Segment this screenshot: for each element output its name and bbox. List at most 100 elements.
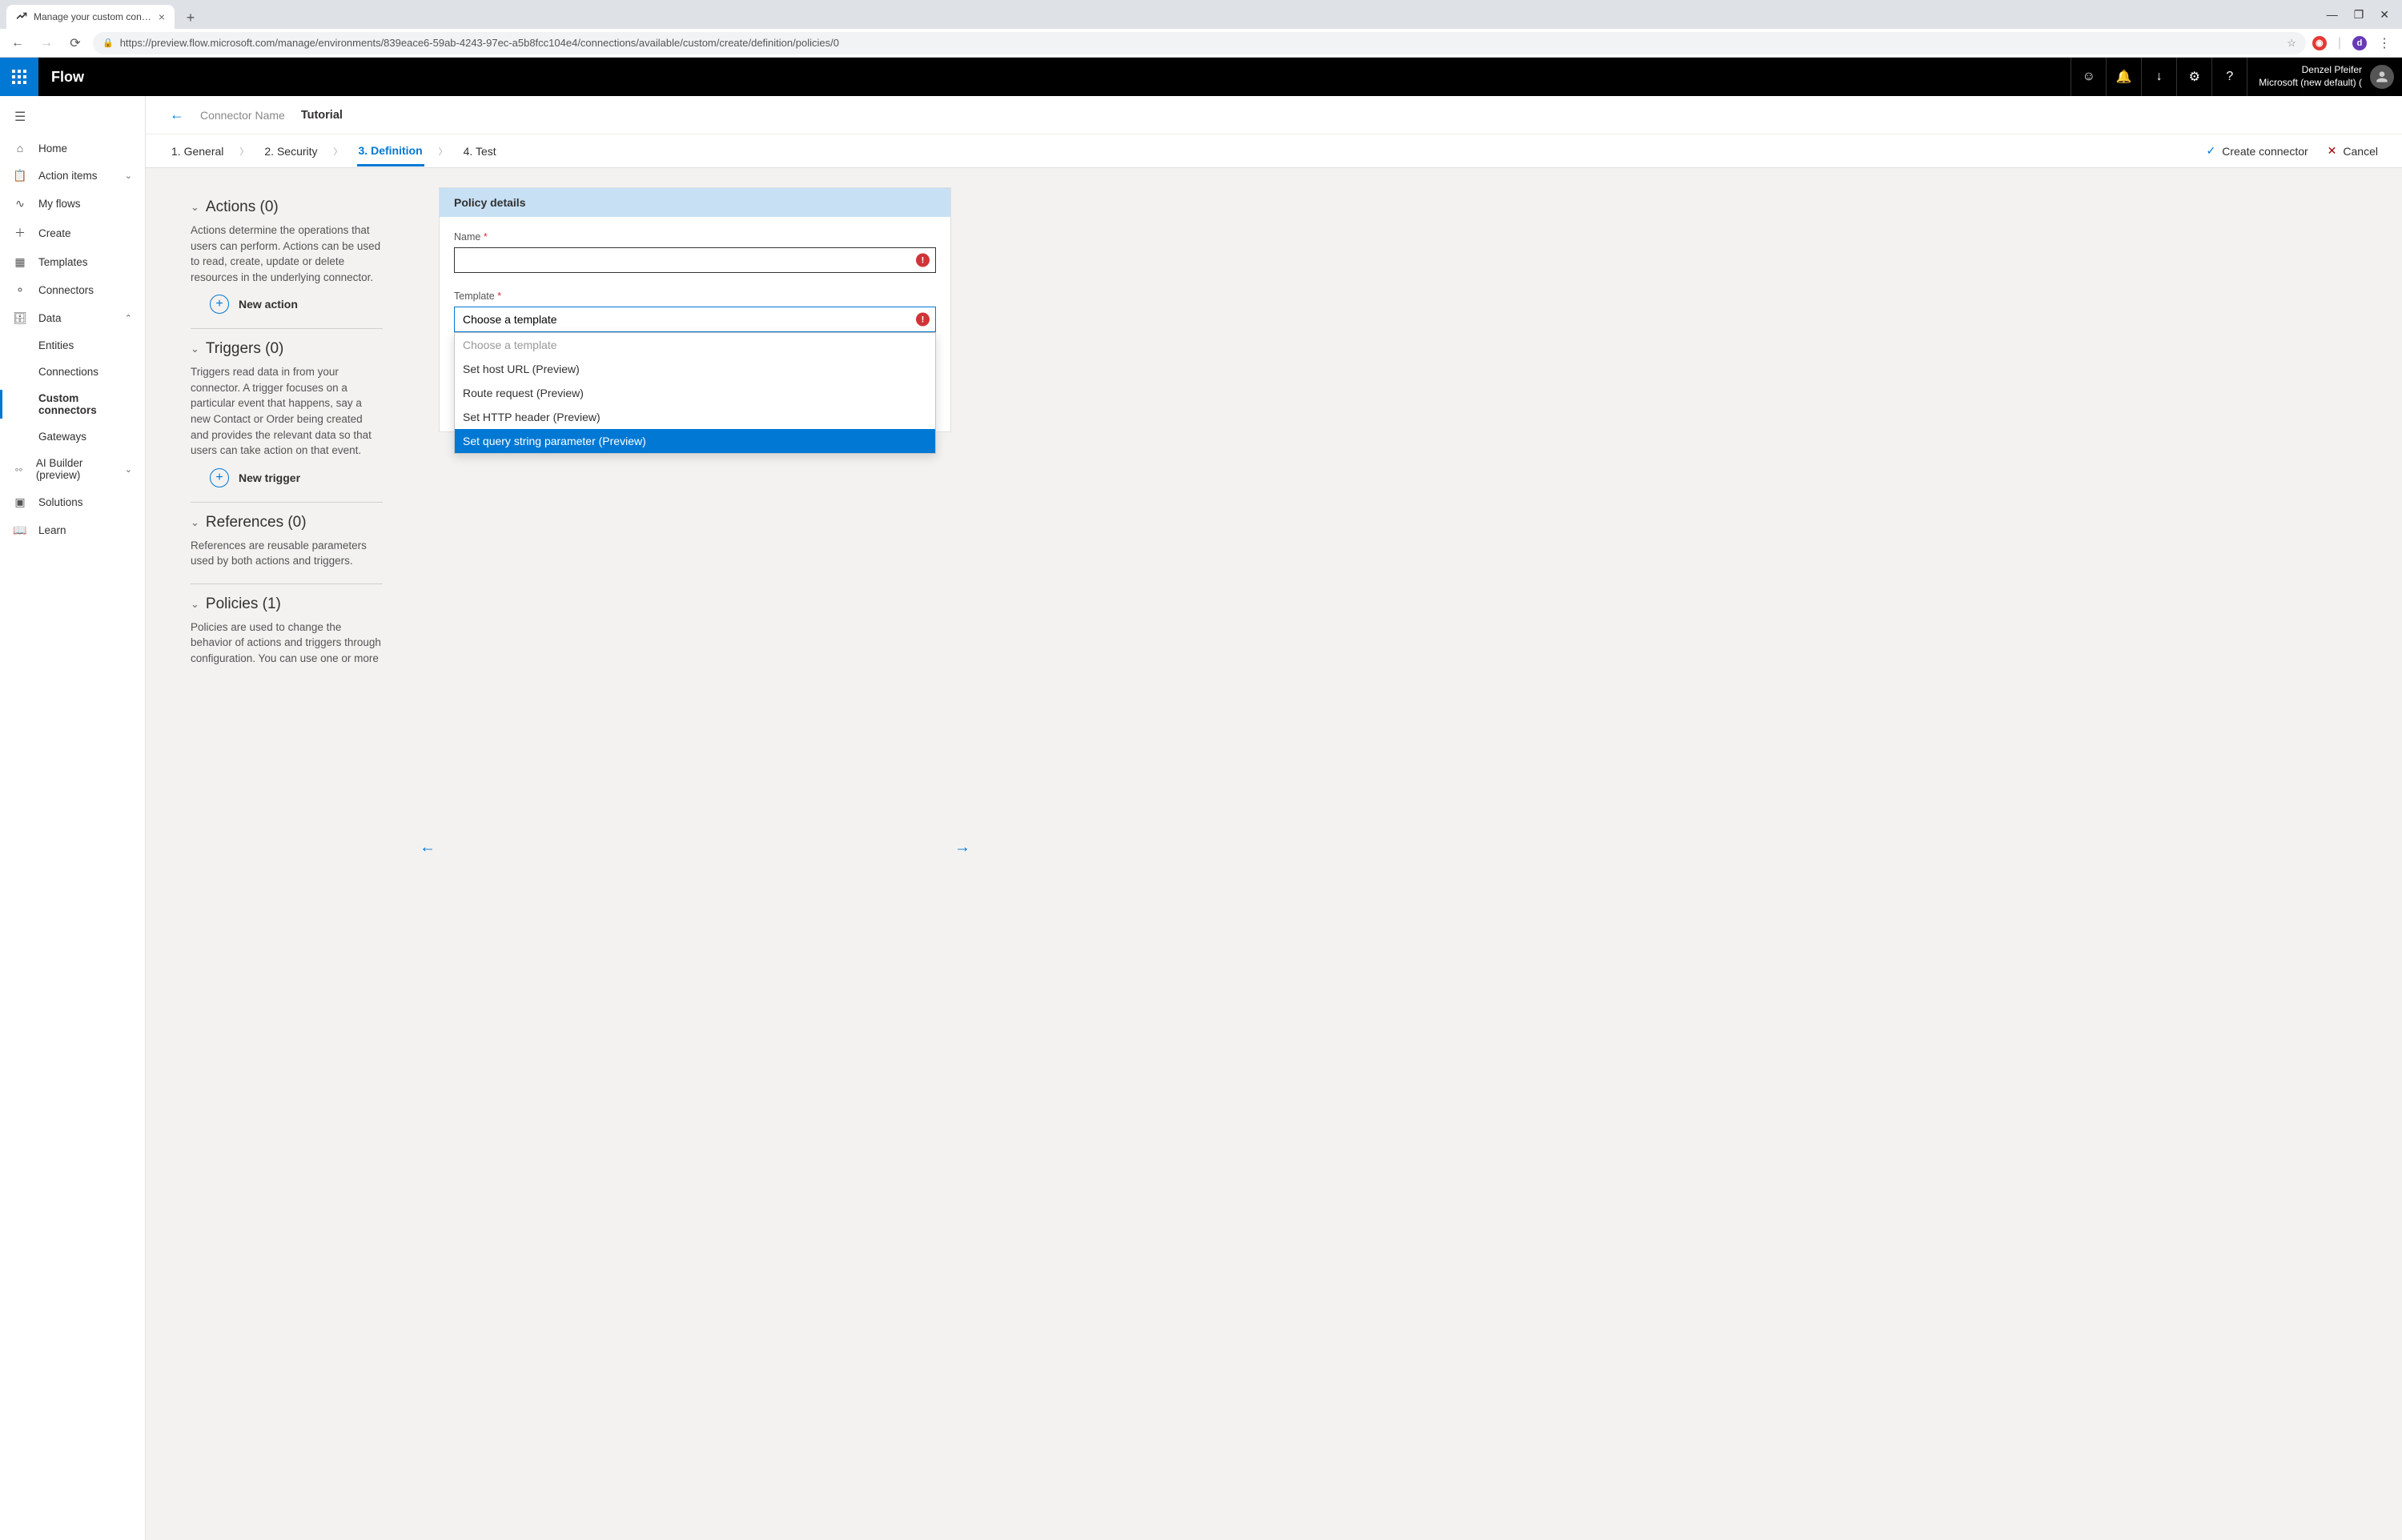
- nav-learn[interactable]: 📖Learn: [0, 516, 145, 544]
- new-trigger-button[interactable]: +New trigger: [210, 468, 383, 487]
- browser-forward-button[interactable]: →: [35, 32, 58, 54]
- panel-next-button[interactable]: →: [954, 839, 970, 857]
- user-menu[interactable]: Denzel Pfeifer Microsoft (new default) (: [2247, 58, 2402, 96]
- divider: |: [2338, 36, 2341, 50]
- star-icon[interactable]: ☆: [2287, 37, 2296, 50]
- template-option-placeholder[interactable]: Choose a template: [455, 333, 935, 357]
- back-button[interactable]: ←: [170, 106, 184, 123]
- template-option-set-host-url[interactable]: Set host URL (Preview): [455, 357, 935, 381]
- app-launcher-button[interactable]: [0, 58, 38, 96]
- chevron-down-icon: ⌄: [191, 201, 199, 214]
- section-actions-desc: Actions determine the operations that us…: [191, 223, 383, 285]
- section-policies-header[interactable]: ⌄Policies (1): [191, 596, 383, 613]
- section-references-header[interactable]: ⌄References (0): [191, 514, 383, 531]
- template-label: Template *: [454, 291, 936, 302]
- notifications-icon[interactable]: 🔔: [2106, 58, 2141, 96]
- new-tab-button[interactable]: +: [179, 6, 202, 29]
- section-references-desc: References are reusable parameters used …: [191, 538, 383, 569]
- panel-prev-button[interactable]: ←: [420, 839, 436, 857]
- section-actions: ⌄Actions (0) Actions determine the opera…: [191, 187, 383, 329]
- nav-action-items[interactable]: 📋Action items⌄: [0, 162, 145, 190]
- nav-gateways[interactable]: Gateways: [0, 423, 145, 450]
- brand-name[interactable]: Flow: [38, 69, 97, 86]
- feedback-icon[interactable]: ☺: [2071, 58, 2106, 96]
- section-policies-desc: Policies are used to change the behavior…: [191, 620, 383, 667]
- section-policies: ⌄Policies (1) Policies are used to chang…: [191, 584, 383, 681]
- chevron-down-icon: ⌄: [191, 343, 199, 355]
- app-header: Flow ☺ 🔔 ↓ ⚙ ? Denzel Pfeifer Microsoft …: [0, 58, 2402, 96]
- section-triggers-desc: Triggers read data in from your connecto…: [191, 364, 383, 458]
- plus-circle-icon: +: [210, 468, 229, 487]
- tab-title: Manage your custom connectors: [34, 11, 152, 22]
- nav-home[interactable]: ⌂Home: [0, 134, 145, 162]
- wizard-steps: 1. General 〉 2. Security 〉 3. Definition…: [146, 134, 2402, 168]
- window-controls: — ❐ ✕: [2314, 0, 2402, 29]
- cancel-button[interactable]: ✕Cancel: [2328, 144, 2378, 158]
- tenant-name: Microsoft (new default) (: [2259, 77, 2362, 90]
- browser-tab[interactable]: Manage your custom connectors ×: [6, 5, 175, 29]
- browser-addressbar: ← → ⟳ 🔒 https://preview.flow.microsoft.c…: [0, 29, 2402, 58]
- check-icon: ✓: [2207, 144, 2216, 158]
- data-icon: 🗄: [13, 311, 27, 325]
- connector-name: Tutorial: [301, 109, 343, 122]
- person-icon: [2374, 69, 2390, 85]
- chevron-down-icon: ⌄: [125, 170, 132, 181]
- profile-icon[interactable]: d: [2352, 36, 2367, 50]
- template-select[interactable]: Choose a template: [454, 307, 936, 332]
- extension-icon[interactable]: ◉: [2312, 36, 2327, 50]
- section-triggers-header[interactable]: ⌄Triggers (0): [191, 340, 383, 358]
- nav-create[interactable]: ＋Create: [0, 218, 145, 248]
- template-option-set-http-header[interactable]: Set HTTP header (Preview): [455, 405, 935, 429]
- template-icon: ▦: [13, 255, 27, 269]
- clipboard-icon: 📋: [13, 169, 27, 182]
- book-icon: 📖: [13, 523, 27, 537]
- home-icon: ⌂: [13, 142, 27, 154]
- template-option-route-request[interactable]: Route request (Preview): [455, 381, 935, 405]
- chevron-down-icon: ⌄: [125, 464, 132, 475]
- nav-data[interactable]: 🗄Data⌃: [0, 304, 145, 332]
- minimize-icon[interactable]: —: [2327, 8, 2338, 21]
- section-actions-header[interactable]: ⌄Actions (0): [191, 199, 383, 216]
- browser-reload-button[interactable]: ⟳: [64, 32, 86, 54]
- policy-details-panel: Policy details Name * ! Template *: [439, 187, 951, 432]
- close-window-icon[interactable]: ✕: [2380, 8, 2389, 22]
- nav-entities[interactable]: Entities: [0, 332, 145, 359]
- nav-connectors[interactable]: ⚬Connectors: [0, 276, 145, 304]
- connector-label: Connector Name: [200, 109, 285, 122]
- section-references: ⌄References (0) References are reusable …: [191, 503, 383, 584]
- chevron-right-icon: 〉: [239, 145, 248, 158]
- help-icon[interactable]: ?: [2211, 58, 2247, 96]
- page-header: ← Connector Name Tutorial: [146, 96, 2402, 134]
- step-test[interactable]: 4. Test: [462, 138, 498, 165]
- chevron-right-icon: 〉: [334, 145, 343, 158]
- nav-ai-builder[interactable]: ◦◦AI Builder (preview)⌄: [0, 450, 145, 488]
- browser-tabbar: Manage your custom connectors × + — ❐ ✕: [0, 0, 2402, 29]
- new-action-button[interactable]: +New action: [210, 295, 383, 314]
- settings-icon[interactable]: ⚙: [2176, 58, 2211, 96]
- section-triggers: ⌄Triggers (0) Triggers read data in from…: [191, 329, 383, 502]
- nav-custom-connectors[interactable]: Custom connectors: [0, 385, 145, 423]
- nav-connections[interactable]: Connections: [0, 359, 145, 385]
- name-label: Name *: [454, 231, 936, 243]
- nav-solutions[interactable]: ▣Solutions: [0, 488, 145, 516]
- step-definition[interactable]: 3. Definition: [357, 137, 424, 166]
- template-option-set-query-string[interactable]: Set query string parameter (Preview): [455, 429, 935, 453]
- download-icon[interactable]: ↓: [2141, 58, 2176, 96]
- maximize-icon[interactable]: ❐: [2354, 8, 2364, 22]
- tab-close-icon[interactable]: ×: [159, 10, 165, 23]
- plus-circle-icon: +: [210, 295, 229, 314]
- lock-icon: 🔒: [102, 38, 114, 48]
- waffle-icon: [12, 70, 26, 84]
- step-general[interactable]: 1. General: [170, 138, 225, 165]
- step-security[interactable]: 2. Security: [263, 138, 319, 165]
- create-connector-button[interactable]: ✓Create connector: [2207, 144, 2308, 158]
- ai-icon: ◦◦: [13, 463, 25, 475]
- browser-back-button[interactable]: ←: [6, 32, 29, 54]
- browser-menu-icon[interactable]: ⋮: [2378, 35, 2391, 51]
- nav-my-flows[interactable]: ∿My flows: [0, 190, 145, 218]
- hamburger-button[interactable]: ☰: [0, 99, 145, 134]
- panel-title: Policy details: [440, 188, 950, 217]
- policy-name-input[interactable]: [454, 247, 936, 273]
- nav-templates[interactable]: ▦Templates: [0, 248, 145, 276]
- url-input[interactable]: 🔒 https://preview.flow.microsoft.com/man…: [93, 32, 2306, 54]
